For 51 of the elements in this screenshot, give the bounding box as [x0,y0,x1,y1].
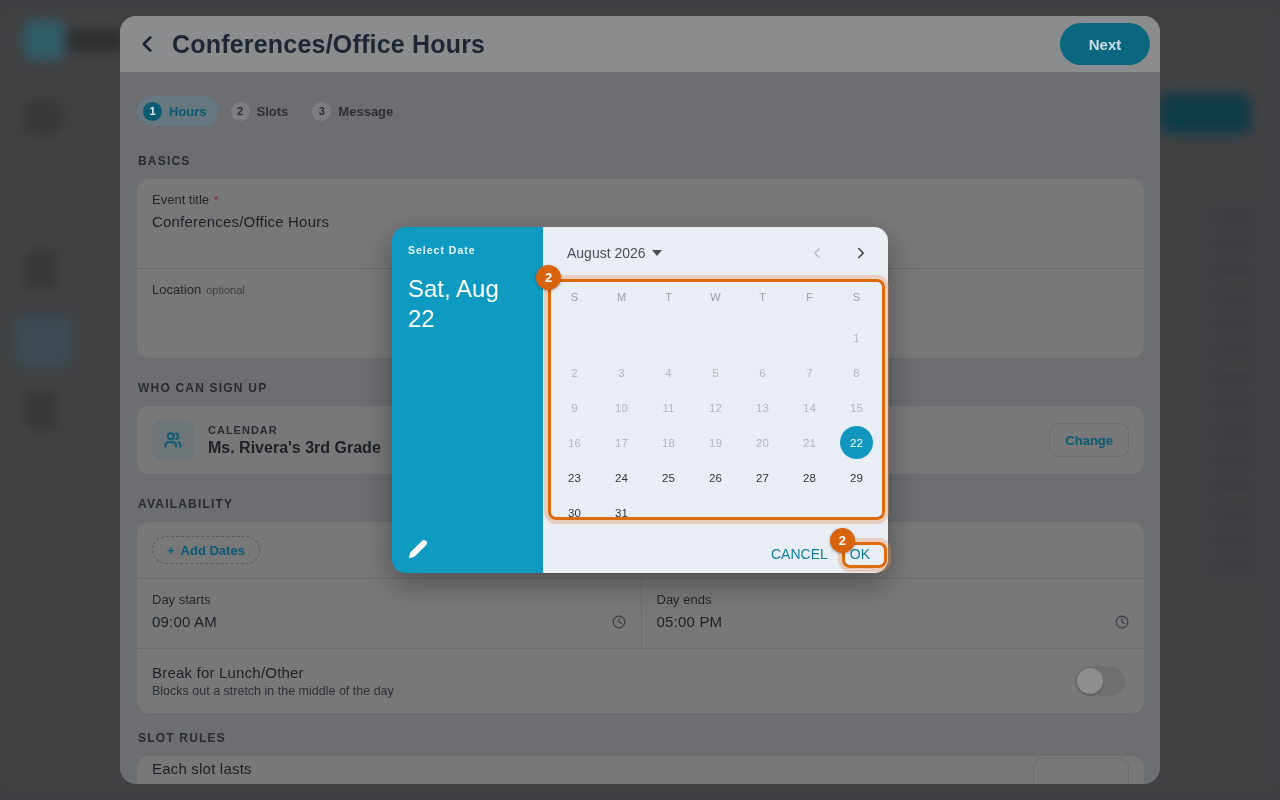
weekday-label: W [709,290,722,305]
optional-hint: optional [206,284,245,296]
selected-date: Sat, Aug 22 [408,274,500,334]
sheet-title: Conferences/Office Hours [172,29,487,59]
caret-icon [651,250,662,256]
field-label: Location [152,282,202,297]
section-heading: BASICS [138,154,192,168]
calendar-day[interactable]: 25 [652,461,685,494]
next-button[interactable]: Next [1060,23,1150,65]
picker-caption: Select Date [408,244,477,256]
clock-icon [1115,614,1129,629]
pencil-icon[interactable] [408,539,430,559]
calendar-day[interactable]: 27 [746,461,779,494]
field-label: Event title [152,192,210,207]
field-label: Day starts [152,592,211,607]
calendar-day[interactable]: 23 [558,461,591,494]
change-button[interactable]: Change [1049,423,1129,457]
step-tab[interactable]: 3 Message [306,96,406,126]
weekday-label: T [758,290,767,305]
calendar-day[interactable]: 31 [605,496,638,529]
weekday-label: T [664,290,673,305]
clock-icon [611,614,626,629]
calendar-day[interactable]: 30 [558,496,591,529]
calendar-day[interactable]: 29 [840,461,873,494]
calendar-day[interactable]: 24 [605,461,638,494]
step-tab[interactable]: 2 Slots [224,96,301,126]
calendar-day[interactable]: 26 [699,461,732,494]
annotation-badge: 2 [536,265,561,290]
weekday-label: S [569,290,580,305]
break-label: Break for Lunch/Other [152,664,304,681]
section-heading: SLOT RULES [138,731,227,745]
event-title-field[interactable]: Conferences/Office Hours [152,213,1129,230]
time-field[interactable]: 09:00 AM [152,613,217,630]
calendar-name: Ms. Rivera's 3rd Grade [208,438,381,457]
time-field[interactable]: 05:00 PM [656,613,723,630]
group-icon [152,419,194,461]
calendar-day[interactable]: 22 [840,426,873,459]
calendar-caption: CALENDAR [208,423,278,436]
slot-length-label: Each slot lasts [152,760,252,779]
month-selector[interactable]: August 2026 [567,245,662,261]
section-heading: AVAILABILITY [138,497,235,511]
break-description: Blocks out a stretch in the middle of the day [152,684,394,698]
break-toggle[interactable] [1075,666,1125,696]
step-tab[interactable]: 1 Hours [137,96,219,126]
section-heading: WHO CAN SIGN UP [138,381,269,395]
weekday-label: S [851,290,862,305]
weekday-label: F [805,290,814,305]
weekday-label: M [615,290,628,305]
required-mark: * [214,194,219,206]
calendar-day[interactable]: 28 [793,461,826,494]
field-label: Day ends [656,592,712,607]
